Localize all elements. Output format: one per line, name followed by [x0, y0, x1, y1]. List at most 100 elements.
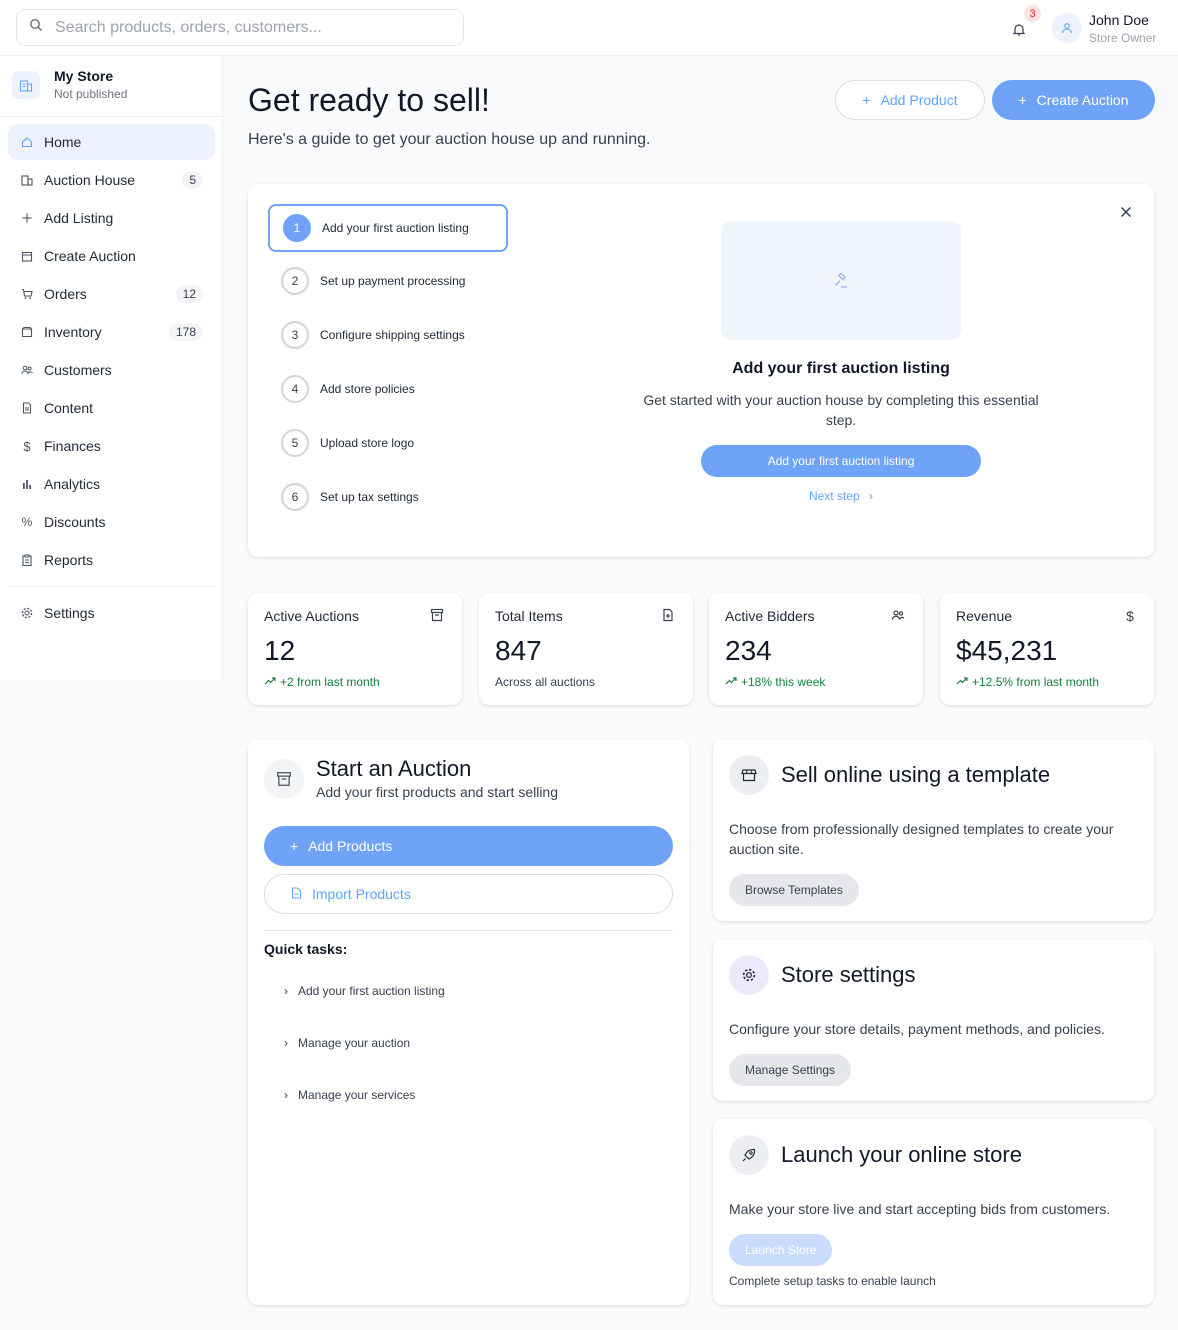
close-icon[interactable] [1118, 204, 1134, 220]
sidebar-item-auction-house[interactable]: Auction House 5 [8, 162, 215, 198]
sidebar-item-discounts[interactable]: % Discounts [8, 504, 215, 540]
chevron-right-icon: › [869, 489, 874, 503]
sidebar-item-label: Content [44, 400, 94, 416]
stat-card-total-items: Total Items 847 Across all auctions [479, 593, 693, 705]
avatar[interactable] [1052, 13, 1082, 43]
import-products-button[interactable]: Import Products [264, 874, 673, 914]
clipboard-icon [20, 553, 34, 567]
launch-title: Launch your online store [781, 1142, 1022, 1167]
store-switcher[interactable]: My Store Not published [12, 68, 127, 101]
guide-step[interactable]: 3 Configure shipping settings [268, 311, 508, 359]
guide-step[interactable]: 6 Set up tax settings [268, 473, 508, 521]
page-subtitle: Here's a guide to get your auction house… [248, 131, 651, 148]
bar-chart-icon [20, 477, 34, 491]
archive-icon [430, 608, 446, 624]
sidebar-item-label: Settings [44, 605, 95, 621]
search-box[interactable] [16, 9, 464, 46]
plus-icon: + [1018, 92, 1027, 108]
launch-store-card: Launch your online store Make your store… [713, 1119, 1154, 1305]
sidebar-item-content[interactable]: Content [8, 390, 215, 426]
sidebar-item-inventory[interactable]: Inventory 178 [8, 314, 215, 350]
users-icon [891, 608, 907, 624]
store-name: My Store [54, 68, 114, 84]
sidebar-item-finances[interactable]: $ Finances [8, 428, 215, 464]
calendar-icon [20, 249, 34, 263]
next-step-link[interactable]: Next step › [701, 489, 981, 503]
bell-icon[interactable] [1008, 18, 1030, 40]
sidebar-item-label: Inventory [44, 324, 102, 340]
start-auction-card: Start an Auction Add your first products… [248, 739, 689, 1305]
quick-task-item[interactable]: › Manage your auction [284, 1036, 410, 1050]
archive-icon [264, 759, 304, 799]
sidebar-item-label: Add Listing [44, 210, 114, 226]
guide-step[interactable]: 1 Add your first auction listing [268, 204, 508, 252]
chevron-right-icon: › [284, 1088, 288, 1102]
add-products-button[interactable]: + Add Products [264, 826, 673, 866]
template-description: Choose from professionally designed temp… [729, 821, 1114, 857]
rocket-icon [729, 1135, 769, 1175]
start-auction-subtitle: Add your first products and start sellin… [316, 784, 559, 800]
sidebar-nav: Home Auction House 5 Add Listing Create … [8, 124, 215, 580]
launch-description: Make your store live and start accepting… [729, 1201, 1111, 1217]
box-icon [20, 325, 34, 339]
sidebar-item-label: Analytics [44, 476, 101, 492]
user-icon [1061, 23, 1073, 34]
sidebar-divider [0, 116, 223, 117]
sidebar-divider [8, 586, 215, 587]
file-icon [291, 886, 302, 902]
sidebar-item-analytics[interactable]: Analytics [8, 466, 215, 502]
gavel-icon [835, 272, 847, 288]
sidebar-item-customers[interactable]: Customers [8, 352, 215, 388]
sidebar-item-label: Reports [44, 552, 94, 568]
guide-step[interactable]: 2 Set up payment processing [268, 257, 508, 305]
sidebar: My Store Not published Home Auction Hous… [0, 56, 223, 680]
building-icon [20, 173, 34, 187]
sidebar-item-label: Discounts [44, 514, 106, 530]
quick-tasks-title: Quick tasks: [264, 941, 348, 957]
quick-task-item[interactable]: › Add your first auction listing [284, 984, 445, 998]
file-icon [20, 401, 34, 415]
plus-icon: + [862, 92, 871, 108]
sidebar-item-orders[interactable]: Orders 12 [8, 276, 215, 312]
page-title: Get ready to sell! [248, 82, 490, 118]
file-plus-icon [661, 608, 677, 624]
manage-settings-button[interactable]: Manage Settings [729, 1054, 852, 1086]
store-icon [12, 70, 40, 99]
top-bar: 3 John Doe Store Owner [0, 0, 1178, 56]
create-auction-button[interactable]: + Create Auction [992, 80, 1155, 120]
template-title: Sell online using a template [781, 762, 1051, 787]
sidebar-item-create-auction[interactable]: Create Auction [8, 238, 215, 274]
sidebar-item-settings[interactable]: Settings [8, 595, 215, 631]
dollar-icon: $ [1126, 608, 1134, 624]
guide-step[interactable]: 5 Upload store logo [268, 419, 508, 467]
gear-icon [20, 606, 34, 620]
count-badge: 12 [175, 285, 203, 303]
plus-icon [20, 211, 34, 225]
users-icon [20, 363, 34, 377]
store-settings-card: Store settings Configure your store deta… [713, 939, 1154, 1101]
user-role: Store Owner [1089, 31, 1157, 45]
add-first-listing-button[interactable]: Add your first auction listing [701, 445, 981, 477]
guide-detail-description: Get started with your auction house by c… [643, 392, 1039, 428]
sidebar-item-label: Auction House [44, 172, 136, 188]
launch-store-button[interactable]: Launch Store [729, 1234, 833, 1266]
search-input[interactable] [55, 18, 435, 37]
add-product-button[interactable]: + Add Product [835, 80, 985, 120]
stat-card-active-auctions: Active Auctions 12 +2 from last month [248, 593, 462, 705]
count-badge: 5 [182, 171, 203, 189]
start-auction-title: Start an Auction [316, 756, 472, 781]
template-card: Sell online using a template Choose from… [713, 739, 1154, 921]
browse-templates-button[interactable]: Browse Templates [729, 874, 859, 906]
guide-detail-title: Add your first auction listing [732, 360, 950, 377]
trend-up-icon [725, 675, 737, 689]
sidebar-item-add-listing[interactable]: Add Listing [8, 200, 215, 236]
storefront-icon [729, 755, 769, 795]
sidebar-item-reports[interactable]: Reports [8, 542, 215, 578]
quick-task-item[interactable]: › Manage your services [284, 1088, 415, 1102]
gear-icon [729, 955, 769, 995]
guide-step[interactable]: 4 Add store policies [268, 365, 508, 413]
home-icon [20, 135, 34, 149]
stat-card-active-bidders: Active Bidders 234 +18% this week [709, 593, 923, 705]
sidebar-item-home[interactable]: Home [8, 124, 215, 160]
search-icon [29, 18, 43, 37]
